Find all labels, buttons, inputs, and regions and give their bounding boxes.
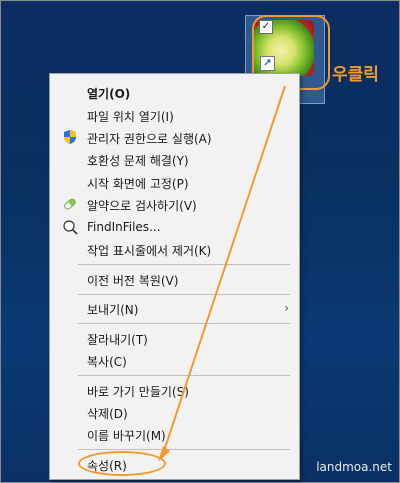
highlight-oval — [78, 451, 166, 476]
annotation-arrow — [158, 85, 286, 462]
watermark: landmoa.net — [316, 460, 392, 474]
